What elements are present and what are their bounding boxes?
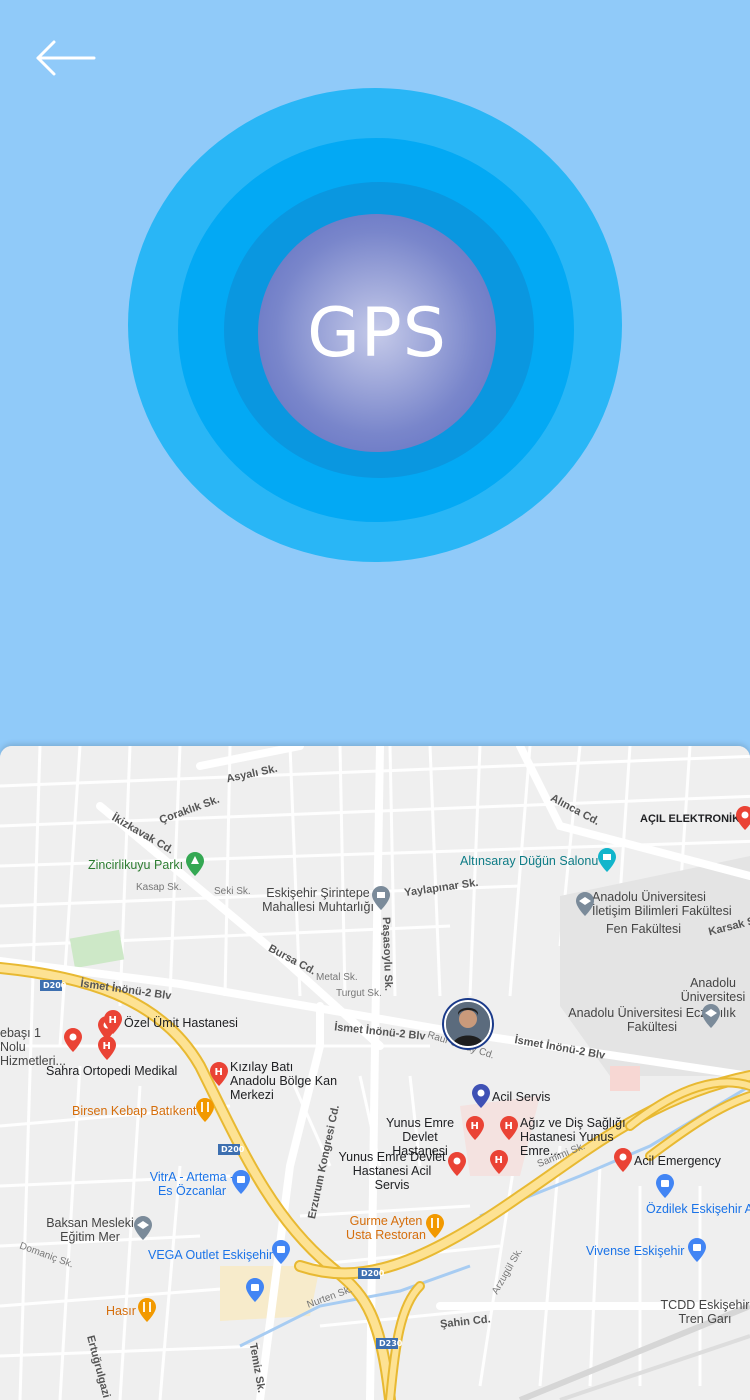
place-label[interactable]: Zincirlikuyu Parkı bbox=[88, 858, 183, 872]
road-shield: D200 bbox=[43, 981, 67, 990]
place-label[interactable]: AÇIL ELEKTRONİK bbox=[640, 812, 740, 826]
place-label[interactable]: Baksan Mesleki Eğitim Mer bbox=[36, 1216, 144, 1244]
street-label: Seki Sk. bbox=[214, 886, 251, 897]
place-label[interactable]: Hasır bbox=[106, 1304, 136, 1318]
road-shield: D230 bbox=[379, 1339, 403, 1348]
government-pin-icon[interactable] bbox=[372, 886, 390, 910]
place-label[interactable]: Kızılay Batı Anadolu Bölge Kan Merkezi bbox=[230, 1060, 340, 1102]
svg-text:H: H bbox=[505, 1121, 513, 1132]
svg-text:H: H bbox=[495, 1155, 503, 1166]
hospital-pin-icon[interactable]: H bbox=[210, 1062, 228, 1086]
place-pin-icon[interactable] bbox=[448, 1152, 466, 1176]
place-label[interactable]: Anadolu Üniversitesi bbox=[676, 976, 750, 1004]
place-label[interactable]: Vivense Eskişehir bbox=[586, 1244, 684, 1258]
park-pin-icon[interactable] bbox=[186, 852, 204, 876]
place-label[interactable]: Birsen Kebap Batıkent bbox=[72, 1104, 196, 1118]
place-label[interactable]: Fen Fakültesi bbox=[606, 922, 681, 936]
place-label[interactable]: VitrA - Artema - Es Özcanlar bbox=[146, 1170, 238, 1198]
shopping-pin-icon[interactable] bbox=[232, 1170, 250, 1194]
place-label[interactable]: Sahra Ortopedi Medikal bbox=[46, 1064, 177, 1078]
street-label: Paşasoylu Sk. bbox=[379, 916, 395, 992]
shopping-pin-icon[interactable] bbox=[656, 1174, 674, 1198]
svg-text:H: H bbox=[471, 1121, 479, 1132]
svg-text:H: H bbox=[215, 1067, 223, 1078]
place-label[interactable]: Eskişehir Şirintepe Mahallesi Muhtarlığı bbox=[256, 886, 380, 914]
hospital-pin-icon[interactable]: H bbox=[98, 1036, 116, 1060]
store-pin-icon[interactable] bbox=[736, 806, 750, 830]
map-view[interactable]: D200 D200 D200 D230 Asyalı Sk. Çoraklık … bbox=[0, 746, 750, 1400]
hospital-pin-icon[interactable]: H bbox=[104, 1010, 122, 1034]
place-label[interactable]: Altınsaray Düğün Salonu bbox=[460, 854, 598, 868]
school-pin-icon[interactable] bbox=[576, 892, 594, 916]
hospital-pin-icon[interactable]: H bbox=[490, 1150, 508, 1174]
place-label[interactable]: TCDD Eskişehir Tren Garı bbox=[660, 1298, 750, 1326]
school-pin-icon[interactable] bbox=[134, 1216, 152, 1240]
road-shield: D200 bbox=[361, 1269, 385, 1278]
place-label[interactable]: Yunus Emre Devlet Hastanesi Acil Servis bbox=[334, 1150, 450, 1192]
hospital-pin-icon[interactable]: H bbox=[500, 1116, 518, 1140]
place-label[interactable]: VEGA Outlet Eskişehir bbox=[148, 1248, 273, 1262]
place-label[interactable]: Acil Emergency bbox=[634, 1154, 721, 1168]
back-button[interactable] bbox=[34, 38, 98, 78]
gps-screen-header: GPS bbox=[0, 0, 750, 746]
shopping-pin-icon[interactable] bbox=[272, 1240, 290, 1264]
place-label[interactable]: Özel Ümit Hastanesi bbox=[124, 1016, 238, 1030]
place-label[interactable]: Gurme Ayten Usta Restoran bbox=[338, 1214, 434, 1242]
svg-text:H: H bbox=[103, 1041, 111, 1052]
place-pin-icon[interactable] bbox=[472, 1084, 490, 1108]
restaurant-pin-icon[interactable] bbox=[138, 1298, 156, 1322]
school-pin-icon[interactable] bbox=[702, 1004, 720, 1028]
place-label[interactable]: Acil Servis bbox=[492, 1090, 550, 1104]
street-label: Metal Sk. bbox=[316, 972, 358, 983]
gps-label: GPS bbox=[307, 293, 447, 373]
restaurant-pin-icon[interactable] bbox=[196, 1098, 214, 1122]
road-shield: D200 bbox=[221, 1145, 245, 1154]
avatar[interactable] bbox=[444, 1000, 492, 1048]
shopping-pin-icon[interactable] bbox=[246, 1278, 264, 1302]
street-label: Turgut Sk. bbox=[336, 988, 382, 999]
arrow-left-icon bbox=[36, 40, 96, 76]
user-location-icon bbox=[446, 1002, 490, 1046]
place-label[interactable]: ebaşı 1 Nolu Hizmetleri... bbox=[0, 1026, 66, 1068]
gps-button[interactable]: GPS bbox=[258, 214, 496, 452]
place-label[interactable]: Anadolu Üniversitesi İletişim Bilimleri … bbox=[592, 890, 742, 918]
place-pin-icon[interactable] bbox=[598, 848, 616, 872]
shopping-pin-icon[interactable] bbox=[688, 1238, 706, 1262]
restaurant-pin-icon[interactable] bbox=[426, 1214, 444, 1238]
street-label: Kasap Sk. bbox=[136, 882, 182, 893]
place-pin-icon[interactable] bbox=[614, 1148, 632, 1172]
hospital-pin-icon[interactable]: H bbox=[466, 1116, 484, 1140]
svg-text:H: H bbox=[109, 1015, 117, 1026]
place-pin-icon[interactable] bbox=[64, 1028, 82, 1052]
place-label[interactable]: Özdilek Eskişehir A bbox=[646, 1202, 750, 1216]
